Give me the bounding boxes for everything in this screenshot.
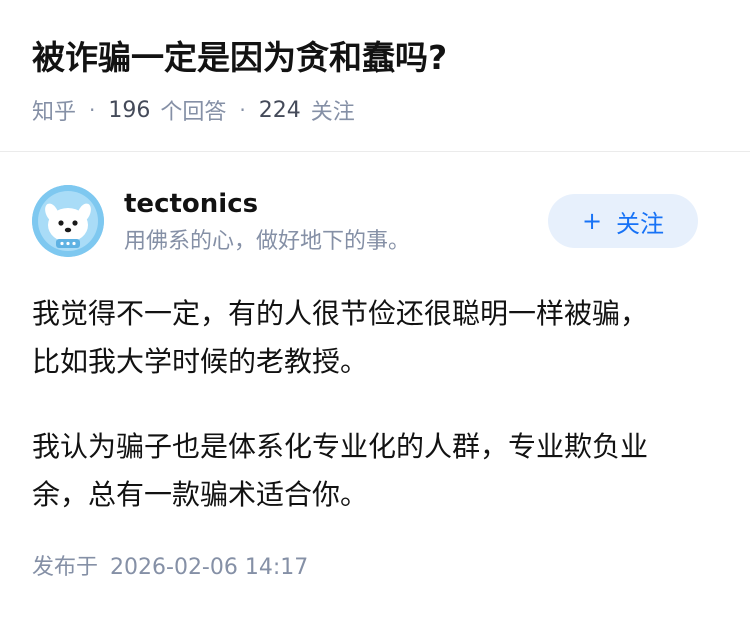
- answer-paragraph: 我觉得不一定，有的人很节俭还很聪明一样被骗， 比如我大学时候的老教授。: [32, 297, 649, 378]
- question-meta: 知乎 · 196 个回答 · 224 关注: [32, 93, 355, 127]
- meta-separator: ·: [239, 98, 246, 122]
- question-title[interactable]: 被诈骗一定是因为贪和蠢吗?: [32, 34, 447, 82]
- publish-timestamp: 2026-02-06 14:17: [110, 555, 309, 580]
- answer-card: tectonics 用佛系的心，做好地下的事。 + 关注 我觉得不一定，有的人很…: [0, 152, 750, 618]
- question-header: 被诈骗一定是因为贪和蠢吗? 知乎 · 196 个回答 · 224 关注: [0, 0, 750, 150]
- avatar-image: [32, 185, 104, 257]
- answer-paragraph: 我认为骗子也是体系化专业化的人群，专业欺负业 余，总有一款骗术适合你。: [32, 430, 649, 511]
- follower-count-label: 关注: [310, 100, 355, 125]
- dog-astronaut-avatar-icon[interactable]: [32, 185, 104, 257]
- source-label[interactable]: 知乎: [32, 94, 76, 126]
- answer-content: 我觉得不一定，有的人很节俭还很聪明一样被骗， 比如我大学时候的老教授。 我认为骗…: [32, 290, 718, 556]
- answer-count-label[interactable]: 个回答: [160, 94, 226, 126]
- answer-count: 196: [108, 97, 151, 123]
- zhihu-answer-page: 被诈骗一定是因为贪和蠢吗? 知乎 · 196 个回答 · 224 关注 tect…: [0, 0, 750, 618]
- publish-time: 发布于 2026-02-06 14:17: [32, 551, 308, 585]
- follow-button-label: 关注: [616, 209, 665, 238]
- meta-separator: ·: [89, 98, 96, 122]
- follower-count: 224: [258, 97, 301, 123]
- publish-label: 发布于: [32, 555, 99, 580]
- follow-button[interactable]: + 关注: [548, 194, 698, 248]
- author-name[interactable]: tectonics: [124, 186, 258, 222]
- author-bio: 用佛系的心，做好地下的事。: [124, 229, 411, 254]
- plus-icon: +: [581, 207, 603, 235]
